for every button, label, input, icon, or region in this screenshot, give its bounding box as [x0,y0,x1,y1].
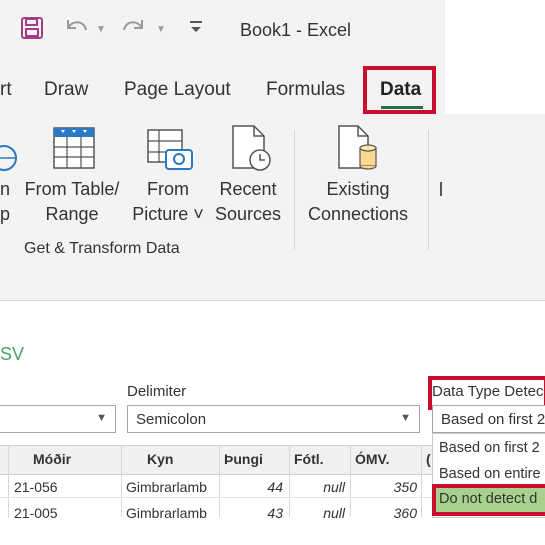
column-divider [121,445,122,517]
column-header-fotl: Fótl. [294,451,324,467]
column-divider [8,445,9,517]
tab-data[interactable]: Data [380,79,421,101]
existing-connections-button[interactable]: Existing Connections [302,177,414,227]
from-picture-label-1: From [147,179,189,199]
existing-connections-label-1: Existing [326,179,390,199]
recent-sources-label-1: Recent [219,179,277,199]
tab-draw[interactable]: Draw [44,79,88,101]
recent-sources-button[interactable]: Recent Sources [210,177,286,227]
tab-formulas[interactable]: Formulas [266,79,345,101]
cell-modir: 21-005 [14,505,58,521]
picture-icon [146,128,194,172]
option-based-on-entire[interactable]: Based on entire [439,466,541,482]
tab-insert[interactable]: rt [0,79,12,101]
group-label-get-transform: Get & Transform Data [24,240,180,257]
existing-connections-icon [336,124,380,172]
from-web-icon [0,134,18,174]
recent-sources-icon [230,124,274,172]
dialog-title: SV [0,344,25,364]
table-icon [52,126,96,170]
window-title: Book1 - Excel [240,20,352,40]
delimiter-select[interactable]: Semicolon ▼ [127,405,420,433]
from-web-label-2: p [0,204,11,224]
partial-refresh-icon [440,182,442,196]
from-table-range-button[interactable]: From Table/ Range [22,177,122,227]
data-type-detection-value: Based on first 2 [441,411,545,428]
column-divider [421,445,422,517]
cell-omv: 350 [393,479,417,495]
recent-sources-label-2: Sources [214,204,282,224]
redo-icon[interactable] [120,14,148,42]
option-based-on-first[interactable]: Based on first 2 [439,440,540,456]
undo-icon[interactable] [62,14,90,42]
cell-thungi: 44 [267,479,283,495]
row-divider [0,497,432,498]
column-header-kyn: Kyn [147,451,174,467]
existing-connections-label-2: Connections [307,204,409,224]
customize-qat-icon[interactable] [188,18,204,34]
from-table-label-1: From Table/ [24,179,120,199]
cell-thungi: 43 [267,505,283,521]
save-icon[interactable] [20,16,44,40]
cell-kyn: Gimbrarlamb [126,505,207,521]
chevron-down-icon: ▼ [400,412,411,424]
ribbon-separator [294,130,295,250]
data-type-detection-label: Data Type Detec [432,383,544,400]
from-picture-label-2: Picture ˅ [132,204,204,224]
column-header-partial: ( [426,451,431,467]
cell-fotl: null [323,479,345,495]
active-tab-indicator [381,106,423,109]
option-do-not-detect[interactable]: Do not detect d [439,491,537,507]
cell-omv: 360 [393,505,417,521]
from-web-label-1: n [0,179,11,199]
from-web-button[interactable]: n p [0,177,12,227]
from-table-label-2: Range [45,204,99,224]
ribbon-separator [428,130,429,250]
file-origin-select[interactable]: ▼ [0,405,116,433]
delimiter-label: Delimiter [127,383,187,400]
delimiter-value: Semicolon [136,411,207,428]
from-picture-button[interactable]: From Picture ˅ [126,177,210,227]
chevron-down-icon: ▼ [96,412,107,424]
column-header-thungi: Þungi [224,451,263,467]
undo-dropdown-icon[interactable]: ▼ [96,24,106,35]
data-type-detection-select[interactable]: Based on first 2 [432,405,545,433]
redo-dropdown-icon[interactable]: ▼ [156,24,166,35]
column-header-omv: ÓMV. [355,451,390,467]
cell-kyn: Gimbrarlamb [126,479,207,495]
tab-page-layout[interactable]: Page Layout [124,79,231,101]
column-header-modir: Móðir [33,451,72,467]
cell-fotl: null [323,505,345,521]
cell-modir: 21-056 [14,479,58,495]
